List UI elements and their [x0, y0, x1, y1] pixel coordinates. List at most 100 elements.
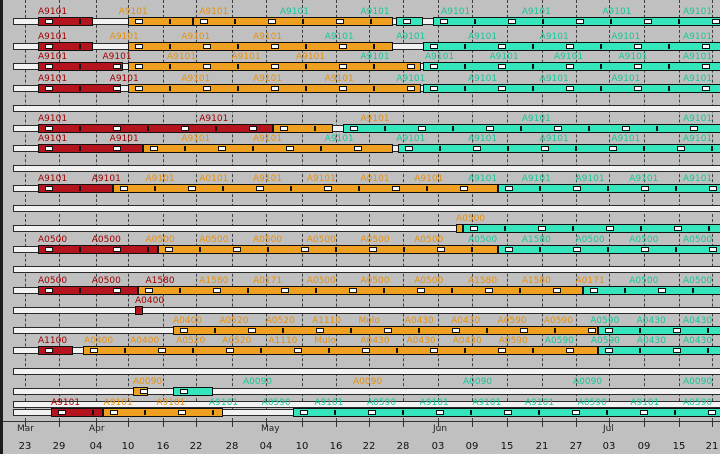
assignment-bar-red[interactable] — [51, 408, 103, 417]
assignment-bar-red[interactable] — [38, 42, 93, 51]
assignment-bar-orange[interactable] — [133, 387, 148, 396]
assignment-bar-red[interactable] — [38, 245, 158, 254]
assignment-bar-orange[interactable] — [128, 42, 393, 51]
row-track[interactable] — [13, 388, 720, 395]
bar-marker — [554, 328, 556, 333]
assignment-bar-teal[interactable] — [396, 17, 423, 26]
bar-marker — [336, 19, 344, 24]
row-track[interactable] — [13, 165, 720, 172]
assignment-bar-orange[interactable] — [113, 184, 498, 193]
assignment-bar-orange[interactable] — [103, 408, 223, 417]
assignment-label: A9101 — [209, 398, 239, 408]
assignment-bar-red[interactable] — [38, 84, 121, 93]
assignment-label: A9101 — [630, 398, 660, 408]
assignment-label: A9101 — [396, 74, 426, 84]
assignment-label: A0430 — [451, 316, 481, 326]
assignment-label: A0500 — [91, 276, 121, 286]
assignment-bar-teal[interactable] — [293, 408, 720, 417]
assignment-bar-teal[interactable] — [423, 62, 720, 71]
assignment-label: A0400 — [130, 336, 160, 346]
bar-marker — [624, 288, 626, 293]
assignment-label: A9101 — [156, 398, 186, 408]
bar-marker — [607, 247, 609, 252]
bar-marker — [79, 247, 81, 252]
bar-marker — [600, 86, 602, 91]
bar-marker — [267, 247, 269, 252]
assignment-bar-red[interactable] — [38, 124, 273, 133]
assignment-bar-teal[interactable] — [398, 144, 720, 153]
bar-marker — [658, 288, 666, 293]
bar-marker — [214, 328, 216, 333]
bar-marker — [268, 19, 276, 24]
bar-marker — [358, 186, 360, 191]
assignment-bar-teal[interactable] — [343, 124, 720, 133]
bar-marker — [498, 86, 506, 91]
assignment-bar-orange[interactable] — [273, 124, 333, 133]
bar-marker — [113, 288, 121, 293]
assignment-label: A9101 — [253, 74, 283, 84]
bar-marker — [92, 410, 94, 415]
assignment-bar-orange[interactable] — [158, 245, 498, 254]
assignment-bar-orange[interactable] — [138, 286, 583, 295]
assignment-bar-red[interactable] — [38, 184, 113, 193]
day-label: 23 — [18, 441, 32, 452]
assignment-label: A9101 — [38, 174, 68, 184]
assignment-bar-red[interactable] — [38, 62, 123, 71]
assignment-bar-teal[interactable] — [463, 224, 720, 233]
assignment-bar-orange[interactable] — [128, 62, 421, 71]
bar-marker — [260, 348, 262, 353]
row-track[interactable] — [13, 266, 720, 273]
bar-marker — [79, 44, 81, 49]
bar-marker — [407, 64, 415, 69]
bar-marker — [407, 86, 415, 91]
assignment-bar-teal[interactable] — [423, 42, 720, 51]
bar-marker — [590, 288, 598, 293]
assignment-bar-teal[interactable] — [433, 17, 720, 26]
assignment-label: A0171 — [253, 276, 283, 286]
assignment-label: A9101 — [521, 174, 551, 184]
assignment-bar-orange[interactable] — [173, 326, 598, 335]
row-track[interactable] — [13, 368, 720, 375]
assignment-bar-orange[interactable] — [143, 144, 393, 153]
bar-marker — [520, 328, 528, 333]
axis-tick — [232, 422, 233, 427]
axis-tick — [507, 422, 508, 427]
bar-marker — [402, 410, 404, 415]
assignment-label: A0590 — [498, 336, 528, 346]
assignment-bar-red[interactable] — [38, 144, 143, 153]
assignment-bar-red[interactable] — [38, 17, 93, 26]
row-track[interactable] — [13, 307, 720, 314]
bar-marker — [300, 410, 308, 415]
assignment-label: A9101 — [38, 74, 68, 84]
bar-marker — [113, 86, 120, 91]
bar-marker — [712, 19, 720, 24]
assignment-bar-teal[interactable] — [498, 184, 720, 193]
bar-marker — [158, 348, 166, 353]
bar-marker — [226, 348, 234, 353]
bar-marker — [305, 44, 307, 49]
assignment-bar-red[interactable] — [38, 346, 73, 355]
row-track[interactable] — [13, 105, 720, 112]
assignment-bar-red[interactable] — [38, 286, 138, 295]
assignment-bar-teal[interactable] — [173, 387, 213, 396]
assignment-label: A0500 — [683, 235, 713, 245]
bar-marker — [572, 410, 580, 415]
bar-marker — [154, 186, 156, 191]
assignment-bar-orange[interactable] — [83, 346, 598, 355]
assignment-bar-orange[interactable] — [193, 17, 393, 26]
assignment-bar-teal[interactable] — [423, 84, 720, 93]
assignment-bar-orange[interactable] — [128, 84, 421, 93]
assignment-bar-teal[interactable] — [498, 245, 720, 254]
assignment-bar-orange[interactable] — [128, 17, 193, 26]
assignment-label: A9101 — [683, 52, 713, 62]
assignment-bar-teal[interactable] — [598, 326, 720, 335]
bar-marker — [485, 288, 493, 293]
row-track[interactable] — [13, 205, 720, 212]
bar-marker — [237, 86, 239, 91]
assignment-bar-teal[interactable] — [598, 346, 720, 355]
assignment-label: A0590 — [590, 336, 620, 346]
assignment-bar-orange[interactable] — [456, 224, 463, 233]
assignment-bar-teal[interactable] — [583, 286, 720, 295]
bar-marker — [588, 328, 596, 333]
assignment-bar-red[interactable] — [135, 306, 143, 315]
